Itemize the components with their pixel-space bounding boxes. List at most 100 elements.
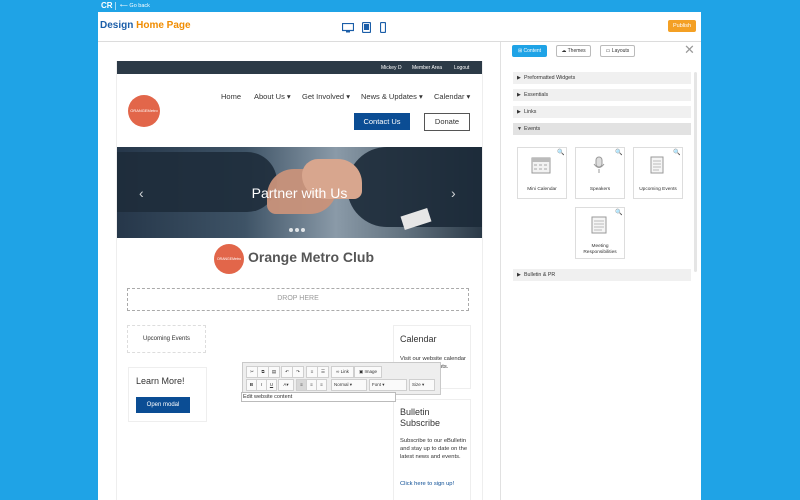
font-value: Font (372, 382, 382, 387)
nav-home[interactable]: Home (221, 92, 241, 101)
drop-zone[interactable]: DROP HERE (127, 288, 469, 311)
tab-content[interactable]: ⊞ Content (512, 45, 547, 57)
title-prefix: Design (100, 20, 134, 31)
format-select[interactable]: Normal ▾ (331, 379, 367, 391)
format-value: Normal (334, 382, 349, 387)
widget-speakers[interactable]: 🔍 Speakers (575, 147, 625, 199)
slider-dot[interactable] (295, 228, 299, 232)
zoom-icon[interactable]: 🔍 (615, 149, 622, 156)
util-link-user[interactable]: Mickey D (381, 65, 402, 71)
zoom-icon[interactable]: 🔍 (673, 149, 680, 156)
chevron-right-icon: ▶ (517, 272, 521, 278)
donate-button[interactable]: Donate (424, 113, 470, 131)
section-bulletin-pr[interactable]: ▶ Bulletin & PR (513, 269, 691, 282)
widget-meeting-responsibilities[interactable]: 🔍 Meeting Responsibilities (575, 207, 625, 259)
publish-button[interactable]: Publish (668, 20, 696, 32)
widget-label: Upcoming Events (639, 187, 677, 192)
site-logo[interactable]: ORANGEMetro (128, 95, 160, 127)
close-icon[interactable]: ✕ (684, 42, 695, 58)
hero-slider[interactable]: Partner with Us ‹ › (117, 147, 482, 238)
util-link-logout[interactable]: Logout (454, 65, 469, 71)
contact-us-button[interactable]: Contact Us (354, 113, 410, 130)
themes-icon: ☁ (561, 48, 567, 54)
open-modal-button[interactable]: Open modal (136, 397, 190, 413)
upcoming-events-widget[interactable]: Upcoming Events (127, 325, 206, 353)
font-select[interactable]: Font ▾ (369, 379, 407, 391)
widget-label: Speakers (589, 187, 611, 192)
link-label: Link (340, 369, 349, 374)
chevron-down-icon: ▾ (286, 382, 289, 387)
section-label: Events (524, 126, 541, 132)
section-events[interactable]: ▼ Events (513, 123, 691, 136)
mobile-icon[interactable] (379, 20, 387, 38)
rich-text-toolbar: ✂ ⧉ ▤ ↶ ↷ ≡ ☰ ∞ Link ▣ Image B I U A▾ ≡ … (242, 362, 441, 395)
nav-get-involved[interactable]: Get Involved ▾ (302, 92, 350, 101)
underline-button[interactable]: U (266, 379, 277, 391)
bulletin-text: Subscribe to our eBulletin and stay up t… (400, 438, 468, 460)
learn-more-widget: Learn More! Open modal (128, 367, 207, 422)
section-label: Links (524, 109, 537, 115)
util-link-member-area[interactable]: Member Area (412, 65, 442, 71)
section-essentials[interactable]: ▶ Essentials (513, 89, 691, 102)
slider-dots (289, 219, 307, 237)
hero-image-part (117, 152, 277, 212)
section-label: Essentials (524, 92, 549, 98)
learn-more-heading: Learn More! (136, 376, 185, 386)
tab-layouts[interactable]: ▭ Layouts (600, 45, 635, 57)
widget-mini-calendar[interactable]: 🔍 Mini Calendar (517, 147, 567, 199)
widget-upcoming-events[interactable]: 🔍 Upcoming Events (633, 147, 683, 199)
chevron-down-icon: ▾ (422, 382, 425, 387)
slider-dot[interactable] (289, 228, 293, 232)
calendar-heading: Calendar (400, 334, 437, 344)
divider (115, 2, 116, 10)
tablet-icon[interactable] (362, 20, 372, 38)
tab-themes[interactable]: ☁ Themes (556, 45, 591, 57)
nav-news-updates[interactable]: News & Updates ▾ (361, 92, 423, 101)
arrow-left-icon: ⟵ (120, 3, 128, 9)
chevron-down-icon: ▼ (517, 126, 522, 132)
document-list-icon (650, 156, 664, 174)
align-right-icon[interactable]: ≡ (316, 379, 327, 391)
text-color-button[interactable]: A▾ (278, 379, 294, 391)
tab-layouts-label: Layouts (611, 48, 630, 54)
checklist-icon (591, 216, 607, 234)
bulletin-signup-link[interactable]: Click here to sign up! (400, 481, 454, 487)
size-select[interactable]: Size ▾ (409, 379, 435, 391)
bulleted-list-icon[interactable]: ☰ (317, 366, 329, 378)
paste-icon[interactable]: ▤ (268, 366, 280, 378)
org-name: Orange Metro Club (248, 249, 375, 265)
nav-calendar[interactable]: Calendar ▾ (434, 92, 470, 101)
link-button[interactable]: ∞ Link (331, 366, 354, 378)
section-preformatted-widgets[interactable]: ▶ Preformatted Widgets (513, 72, 691, 85)
redo-icon[interactable]: ↷ (292, 366, 304, 378)
zoom-icon[interactable]: 🔍 (615, 209, 622, 216)
tab-themes-label: Themes (567, 48, 586, 54)
desktop-icon[interactable] (341, 20, 355, 38)
calendar-icon (531, 157, 551, 174)
go-back-link[interactable]: ⟵ Go back (120, 3, 150, 9)
widget-label: Meeting Responsibilities (583, 244, 617, 255)
site-preview: Mickey D Member Area Logout ORANGEMetro … (116, 61, 483, 500)
device-preview-switcher (341, 20, 390, 38)
size-value: Size (412, 382, 421, 387)
go-back-label: Go back (129, 3, 150, 9)
panel-scrollbar[interactable] (694, 72, 697, 272)
tab-content-label: Content (523, 48, 542, 54)
chevron-right-icon[interactable]: › (451, 185, 456, 201)
section-label: Preformatted Widgets (524, 75, 576, 81)
brand-mark: CR (101, 1, 113, 10)
zoom-icon[interactable]: 🔍 (557, 149, 564, 156)
chevron-right-icon: ▶ (517, 92, 521, 98)
content-edit-field[interactable]: Edit website content (241, 392, 396, 402)
design-canvas: Mickey D Member Area Logout ORANGEMetro … (98, 42, 500, 500)
events-widget-list: 🔍 Mini Calendar 🔍 Speakers 🔍 Upcoming Ev… (513, 137, 691, 270)
nav-about-us[interactable]: About Us ▾ (254, 92, 291, 101)
bulletin-widget: Bulletin Subscribe Subscribe to our eBul… (393, 399, 471, 500)
slider-dot[interactable] (301, 228, 305, 232)
title-page: Home Page (136, 20, 191, 31)
chevron-down-icon: ▾ (349, 382, 353, 387)
image-button[interactable]: ▣ Image (354, 366, 382, 378)
chevron-left-icon[interactable]: ‹ (139, 185, 144, 201)
hero-title: Partner with Us (251, 185, 348, 201)
section-links[interactable]: ▶ Links (513, 106, 691, 119)
